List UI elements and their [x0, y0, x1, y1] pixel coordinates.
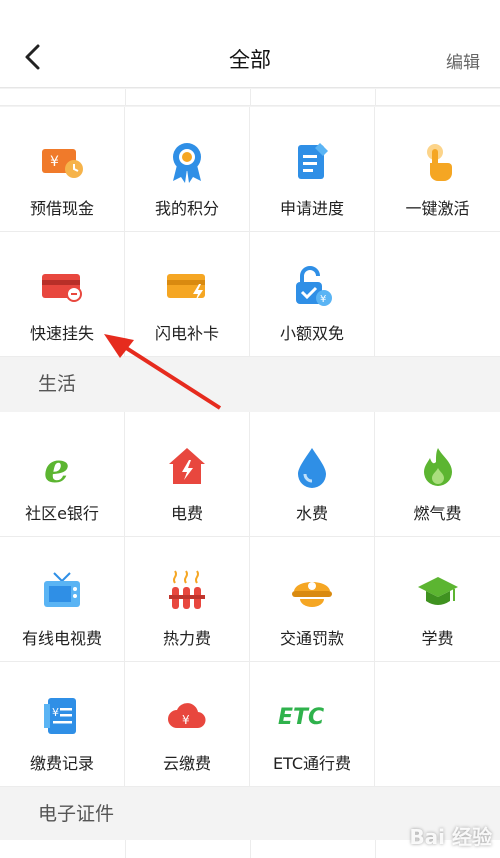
- report-loss-card-icon: [42, 274, 82, 302]
- grid-item-label: 缴费记录: [29, 754, 94, 773]
- grid-item-label: 燃气费: [413, 504, 462, 523]
- card-services-grid: ¥ 预借现金 我的积分 申请进度 一键激活 快速挂失 闪电补卡 ¥ 小额双免: [0, 107, 500, 357]
- svg-text:¥: ¥: [182, 713, 190, 727]
- tap-activate-icon: [426, 144, 452, 181]
- community-e-bank-icon: e: [44, 445, 69, 488]
- section-header-life: 生活: [0, 357, 500, 412]
- grid-item-label: 预借现金: [29, 199, 94, 218]
- annotation-red-arrow: [104, 334, 222, 410]
- grid-item-payment-record[interactable]: ¥ 缴费记录: [0, 662, 125, 787]
- grid-item-label: 小额双免: [279, 324, 344, 343]
- gas-flame-icon: [423, 448, 452, 486]
- grid-item-label: 有线电视费: [21, 629, 102, 648]
- traffic-fine-icon: [292, 582, 332, 607]
- grid-item-label: 学费: [421, 629, 454, 648]
- grid-item-label: 交通罚款: [279, 629, 344, 648]
- grid-item-small-amount-free[interactable]: ¥ 小额双免: [250, 232, 375, 357]
- cable-tv-icon: [44, 572, 80, 607]
- grid-item-label: ETC通行费: [272, 754, 352, 773]
- grid-empty-cell: [375, 232, 500, 357]
- cash-advance-icon: ¥: [42, 149, 83, 178]
- grid-item-cable-tv[interactable]: 有线电视费: [0, 537, 125, 662]
- electricity-icon: [169, 448, 205, 484]
- heating-icon: [169, 570, 205, 609]
- svg-text:¥: ¥: [320, 294, 326, 305]
- grid-item-label: 我的积分: [154, 199, 219, 218]
- grid-item-traffic-fine[interactable]: 交通罚款: [250, 537, 375, 662]
- etc-toll-icon: ETC: [278, 705, 324, 730]
- grid-item-label: 电费: [170, 504, 203, 523]
- card-replace-icon: [167, 274, 205, 302]
- grid-item-tuition[interactable]: 学费: [375, 537, 500, 662]
- grid-item-my-points[interactable]: 我的积分: [125, 107, 250, 232]
- grid-empty-cell: [375, 662, 500, 787]
- grid-item-electricity[interactable]: 电费: [125, 412, 250, 537]
- water-drop-icon: [298, 448, 326, 488]
- small-amount-lock-icon: ¥: [296, 266, 332, 306]
- svg-text:¥: ¥: [50, 154, 59, 170]
- grid-item-label: 申请进度: [279, 199, 344, 218]
- life-services-grid: e 社区e银行 电费 水费 燃气费 有线电视费 热力费 交通罚款 学费 ¥ 缴费…: [0, 412, 500, 787]
- grid-item-label: 云缴费: [162, 754, 211, 773]
- grid-item-cloud-payment[interactable]: ¥ 云缴费: [125, 662, 250, 787]
- cloud-payment-icon: ¥: [168, 703, 206, 729]
- page-title: 全部: [229, 48, 271, 72]
- scrolled-row-remnant: [0, 89, 500, 106]
- top-bar: 全部 编辑: [0, 0, 500, 88]
- svg-text:¥: ¥: [52, 706, 59, 719]
- grid-item-gas[interactable]: 燃气费: [375, 412, 500, 537]
- grid-item-one-tap-activate[interactable]: 一键激活: [375, 107, 500, 232]
- grid-item-label: 热力费: [162, 629, 211, 648]
- grid-item-application-progress[interactable]: 申请进度: [250, 107, 375, 232]
- grid-item-community-e-bank[interactable]: e 社区e银行: [0, 412, 125, 537]
- graduation-cap-icon: [417, 577, 458, 605]
- watermark-logo: Bai 经验: [409, 825, 492, 849]
- grid-item-water[interactable]: 水费: [250, 412, 375, 537]
- edit-button[interactable]: 编辑: [446, 48, 480, 73]
- grid-item-etc-toll[interactable]: ETC ETC通行费: [250, 662, 375, 787]
- svg-text:ETC: ETC: [278, 705, 324, 730]
- payment-record-icon: ¥: [44, 698, 76, 734]
- grid-item-label: 水费: [295, 504, 328, 523]
- application-progress-icon: [298, 143, 328, 179]
- points-medal-icon: [173, 143, 201, 183]
- grid-item-heating[interactable]: 热力费: [125, 537, 250, 662]
- grid-item-cash-advance[interactable]: ¥ 预借现金: [0, 107, 125, 232]
- grid-item-label: 一键激活: [405, 199, 470, 218]
- grid-item-label: 社区e银行: [25, 504, 99, 523]
- svg-text:e: e: [44, 445, 69, 488]
